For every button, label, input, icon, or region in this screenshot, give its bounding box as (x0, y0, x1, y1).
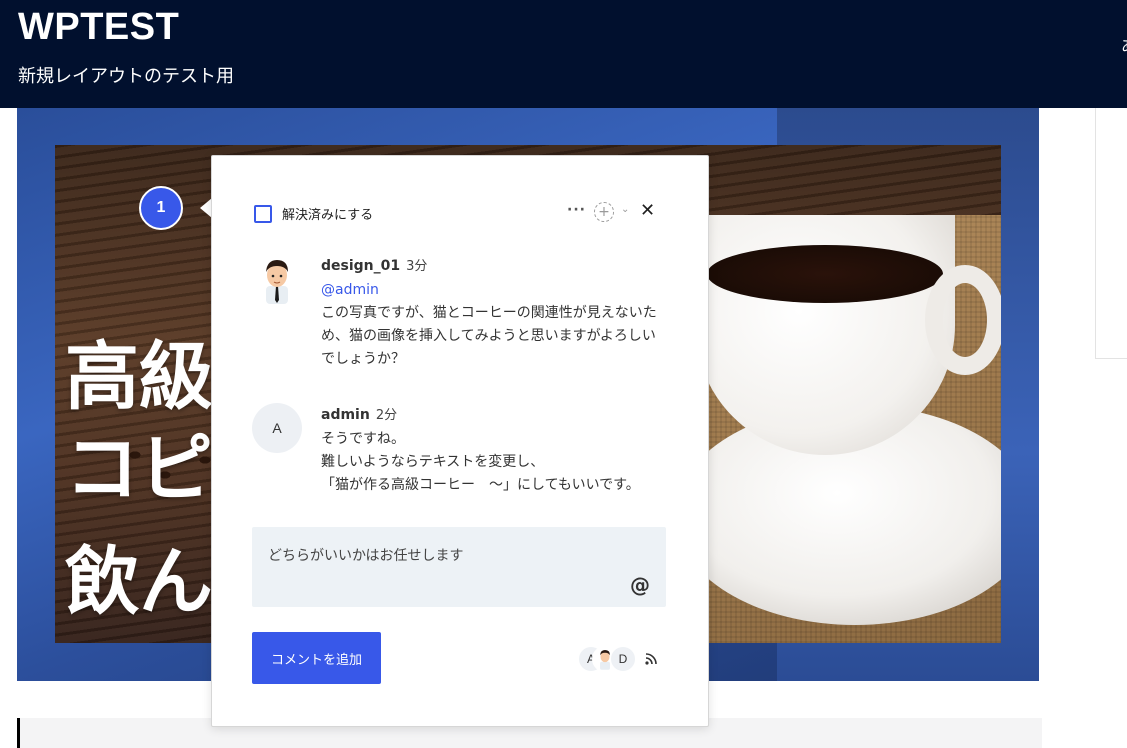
close-icon[interactable]: ✕ (640, 200, 655, 221)
cover-headline-line2: コピ (65, 426, 213, 512)
reply-input[interactable]: どちらがいいかはお任せします @ (252, 527, 666, 607)
subscribe-rss-icon[interactable] (645, 653, 657, 665)
resolve-label: 解決済みにする (282, 208, 374, 223)
header-menu-edge[interactable]: あ (1121, 32, 1127, 54)
more-options-icon[interactable]: ··· (567, 202, 586, 218)
avatar-admin: A (252, 403, 302, 453)
add-comment-button[interactable]: コメントを追加 (252, 632, 381, 684)
comment-time: 2分 (375, 408, 398, 423)
sidebar-widget (1095, 108, 1127, 359)
comment-marker[interactable]: 1 (139, 186, 183, 230)
coffee-surface (707, 245, 943, 303)
participant-avatar: D (610, 646, 636, 672)
resolve-checkbox[interactable]: 解決済みにする (254, 204, 373, 223)
comment-panel: 解決済みにする ··· + ⌄ ✕ design_01 3分 @admin この写… (211, 155, 709, 727)
comment-header: admin 2分 (321, 404, 397, 423)
cover-headline-line3: 飲ん (65, 539, 213, 625)
cup-handle-shape (925, 265, 1001, 375)
comment-time: 3分 (406, 259, 428, 274)
reply-text[interactable]: どちらがいいかはお任せします (268, 545, 463, 565)
add-reaction-icon[interactable]: + (594, 202, 614, 222)
mention-link[interactable]: @admin (321, 282, 379, 298)
comment-author[interactable]: admin (321, 407, 370, 423)
comment-header: design_01 3分 (321, 255, 427, 274)
site-tagline: 新規レイアウトのテスト用 (18, 66, 234, 87)
site-header: WPTEST 新規レイアウトのテスト用 あ (0, 0, 1127, 108)
chevron-down-icon[interactable]: ⌄ (621, 204, 629, 215)
avatar-design-01 (252, 255, 302, 305)
mention-at-icon[interactable]: @ (630, 573, 650, 597)
checkbox-icon[interactable] (254, 204, 272, 223)
person-avatar-icon (266, 260, 288, 304)
comment-author[interactable]: design_01 (321, 258, 400, 274)
cover-headline-line1: 高級 (65, 334, 213, 420)
comment-body: この写真ですが、猫とコーヒーの関連性が見えないた め、猫の画像を挿入してみようと… (321, 305, 657, 367)
site-title[interactable]: WPTEST (18, 6, 179, 49)
comment-body: そうですね。 難しいようならテキストを変更し、 「猫が作る高級コーヒー ～」にし… (321, 431, 640, 493)
